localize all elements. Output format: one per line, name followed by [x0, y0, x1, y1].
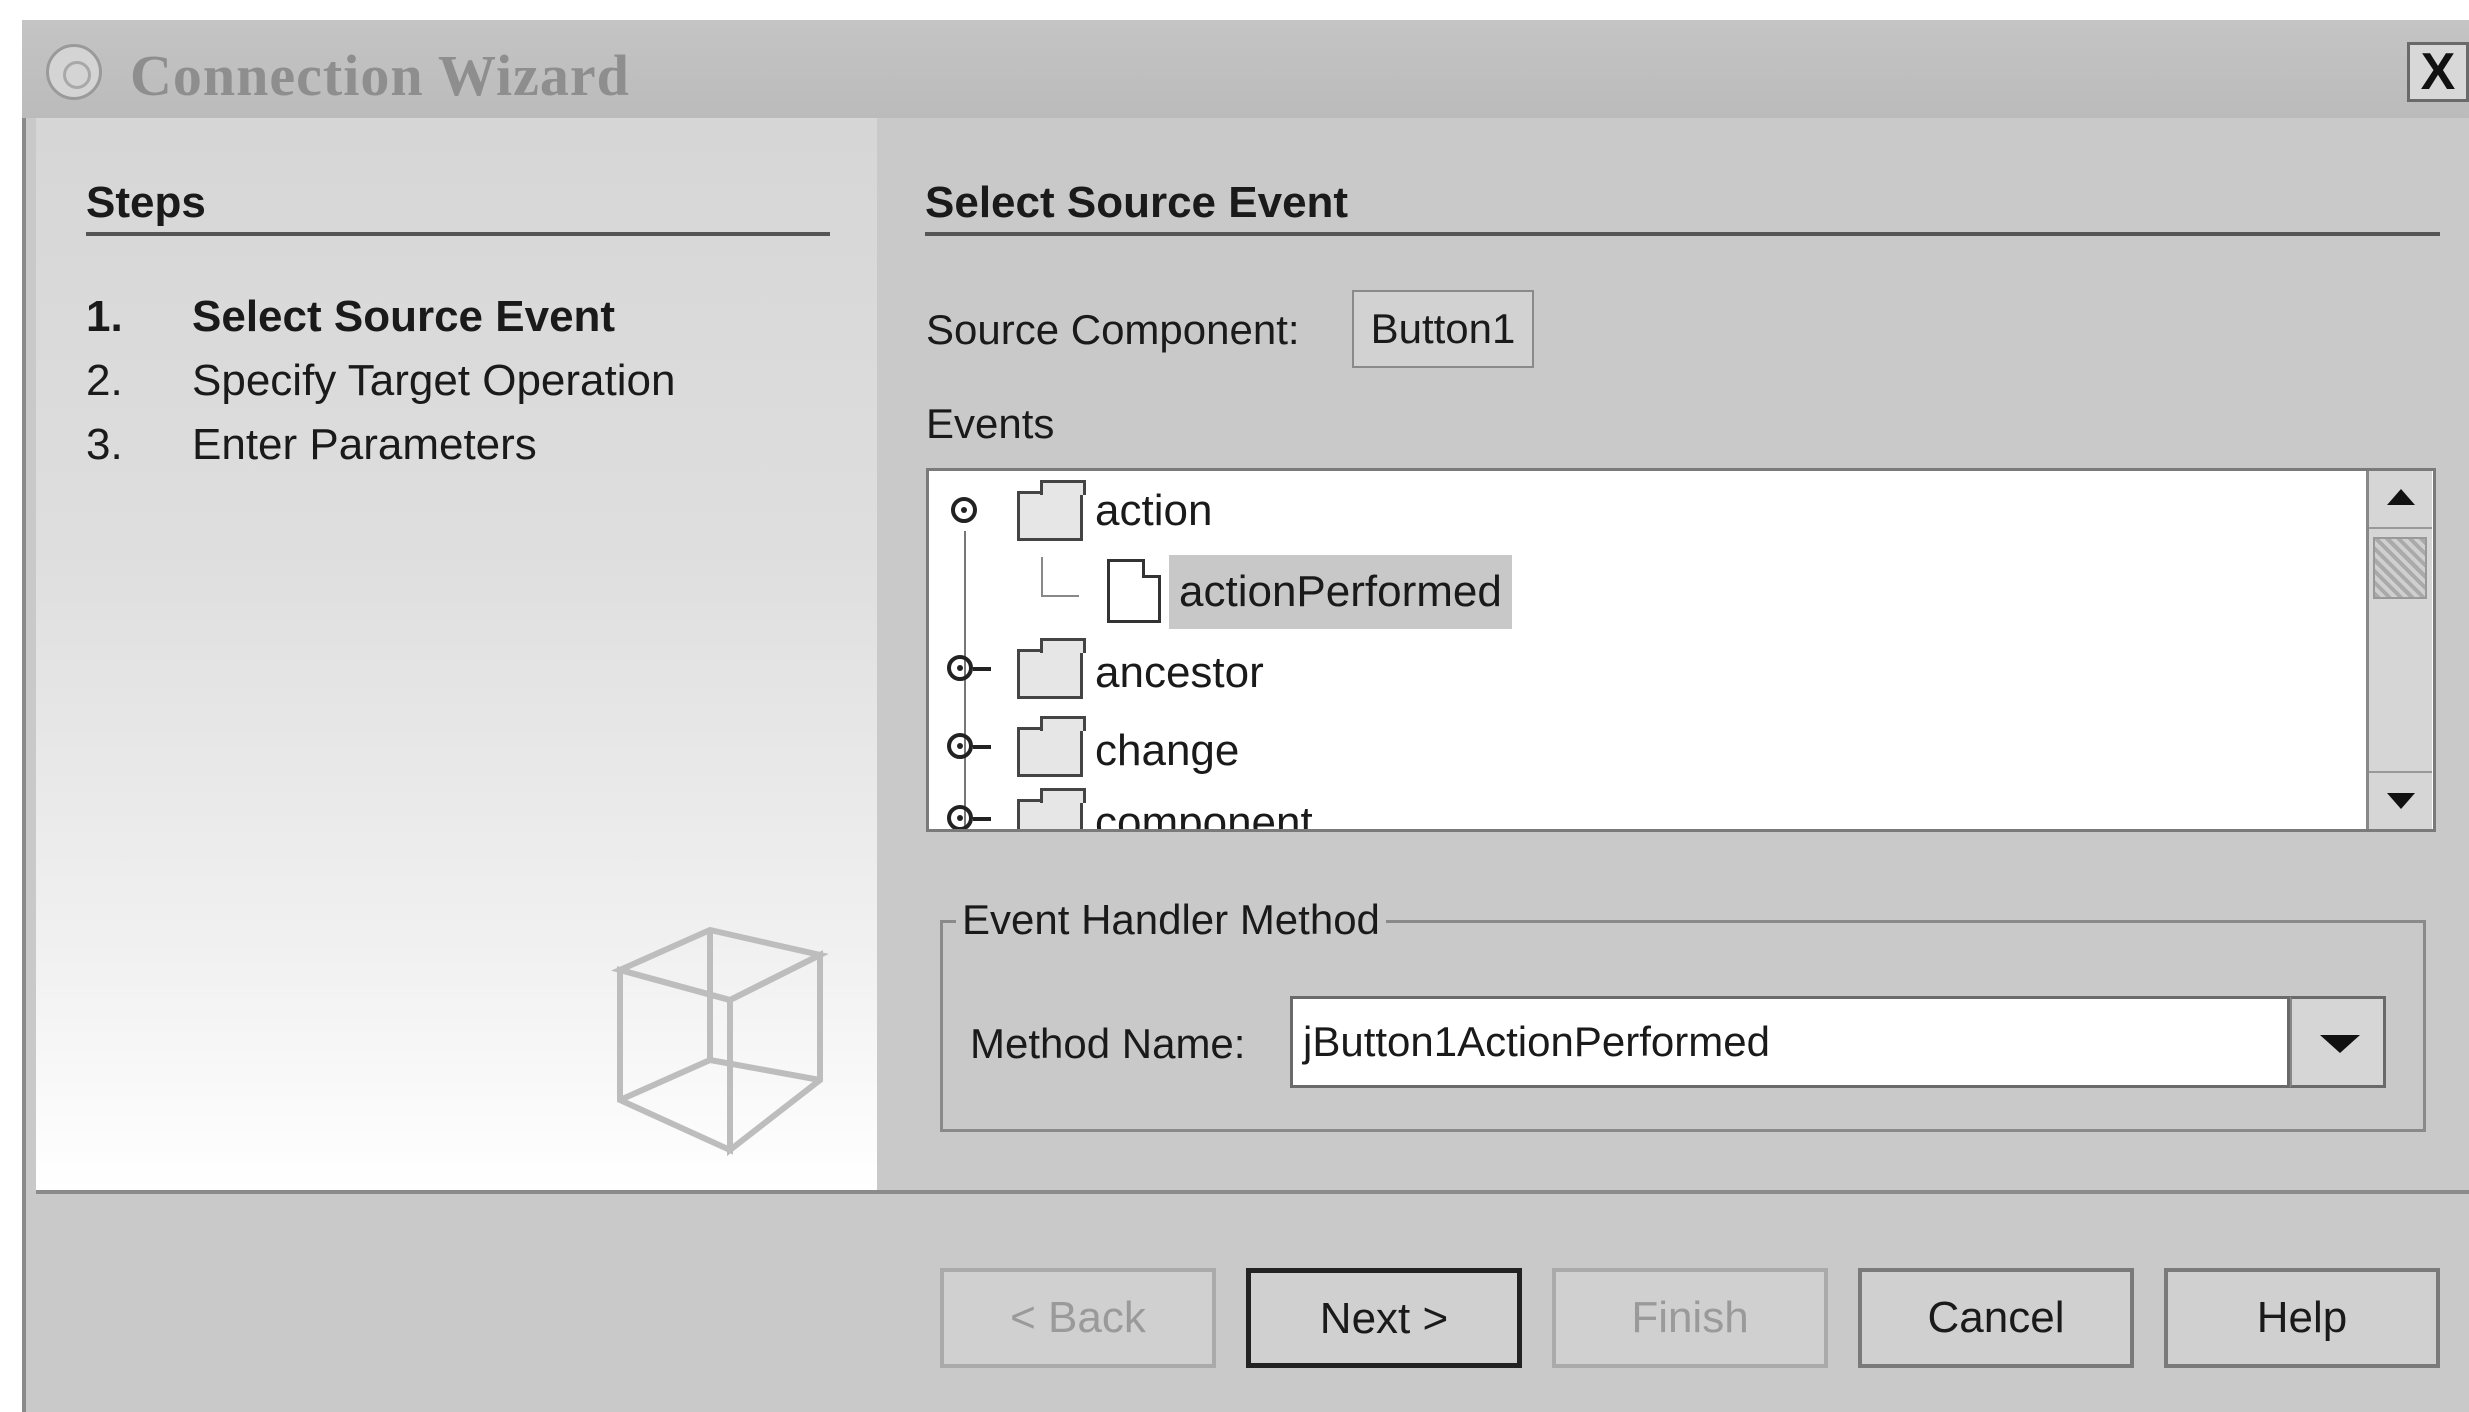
back-button[interactable]: < Back [940, 1268, 1216, 1368]
tree-connector [1041, 557, 1043, 595]
window-title: Connection Wizard [130, 43, 630, 108]
step-label: Specify Target Operation [192, 356, 676, 405]
dropdown-arrow-icon[interactable] [2290, 996, 2386, 1088]
help-button[interactable]: Help [2164, 1268, 2440, 1368]
scroll-down-icon[interactable] [2369, 771, 2432, 829]
steps-divider [86, 232, 830, 236]
folder-icon [1017, 480, 1086, 541]
footer-divider [36, 1190, 2469, 1194]
method-name-combobox[interactable]: jButton1ActionPerformed [1290, 996, 2290, 1088]
source-component-label: Source Component: [926, 306, 1300, 353]
method-name-label: Method Name: [970, 1020, 1246, 1067]
heading-divider [925, 232, 2440, 236]
tree-connector [1041, 595, 1079, 597]
title-bar: Connection Wizard X [22, 20, 2469, 118]
tree-connector [973, 745, 991, 749]
tree-node-label: component [1095, 798, 1313, 832]
tree-toggle-icon[interactable] [947, 733, 973, 759]
step-number: 2. [86, 356, 123, 405]
step-number: 1. [86, 292, 123, 341]
scroll-thumb[interactable] [2373, 537, 2427, 599]
folder-icon [1017, 788, 1086, 829]
file-icon [1107, 559, 1161, 623]
finish-button[interactable]: Finish [1552, 1268, 1828, 1368]
steps-heading: Steps [86, 178, 206, 227]
close-icon: X [2420, 43, 2456, 101]
next-button[interactable]: Next > [1246, 1268, 1522, 1368]
scroll-up-icon[interactable] [2369, 471, 2432, 529]
tree-connector [973, 667, 991, 671]
events-scrollbar[interactable] [2366, 471, 2432, 829]
cube-icon [611, 926, 829, 1157]
tree-node-label: change [1095, 726, 1240, 775]
tree-toggle-icon[interactable] [951, 497, 977, 523]
event-handler-legend: Event Handler Method [956, 896, 1386, 944]
tree-connector [964, 531, 966, 829]
step-3: 3. Enter Parameters [86, 420, 537, 470]
tree-node-label: actionPerformed [1169, 555, 1512, 629]
tree-toggle-icon[interactable] [947, 655, 973, 681]
folder-icon [1017, 716, 1086, 777]
events-tree[interactable]: action actionPerformed ancestor change c… [926, 468, 2436, 832]
tree-node-label: action [1095, 486, 1213, 535]
folder-icon [1017, 638, 1086, 699]
source-component-value: Button1 [1352, 290, 1534, 368]
tree-connector [973, 817, 991, 821]
events-label: Events [926, 400, 1055, 447]
step-label: Enter Parameters [192, 420, 537, 469]
step-label: Select Source Event [192, 292, 616, 341]
tree-node-label: ancestor [1095, 648, 1264, 697]
wizard-app-icon [46, 44, 102, 100]
step-number: 3. [86, 420, 123, 469]
close-button[interactable]: X [2407, 42, 2469, 102]
step-2: 2. Specify Target Operation [86, 356, 675, 406]
tree-toggle-icon[interactable] [947, 805, 973, 829]
page-title: Select Source Event [925, 178, 1349, 227]
cancel-button[interactable]: Cancel [1858, 1268, 2134, 1368]
step-1: 1. Select Source Event [86, 292, 615, 342]
